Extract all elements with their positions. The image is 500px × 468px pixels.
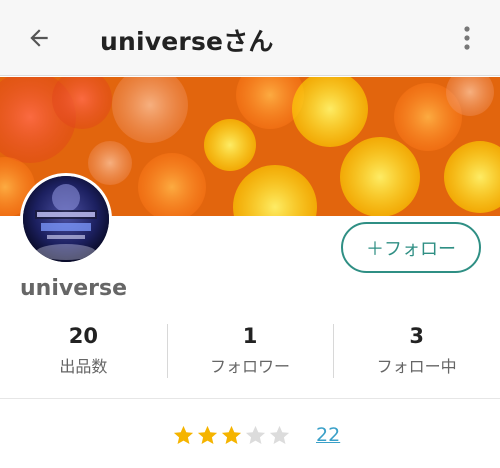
- profile-stats: 20 出品数 1 フォロワー 3 フォロー中: [0, 322, 500, 380]
- stat-value: 20: [68, 324, 98, 348]
- more-options-button[interactable]: [456, 22, 478, 54]
- star-empty-icon: [269, 425, 290, 444]
- follow-button[interactable]: ＋フォロー: [341, 222, 481, 273]
- stat-listings[interactable]: 20 出品数: [0, 322, 167, 380]
- stat-label: フォロワー: [210, 357, 291, 376]
- stat-followers[interactable]: 1 フォロワー: [166, 322, 334, 380]
- stat-following[interactable]: 3 フォロー中: [333, 322, 500, 380]
- divider: [0, 398, 500, 399]
- star-filled-icon: [173, 425, 194, 444]
- star-filled-icon: [221, 425, 242, 444]
- avatar[interactable]: [20, 173, 112, 265]
- arrow-left-icon: [30, 29, 48, 47]
- stat-value: 3: [409, 324, 424, 348]
- stat-label: フォロー中: [376, 357, 457, 376]
- more-vert-icon: [464, 26, 470, 50]
- page-title: universeさん: [100, 27, 274, 56]
- stat-label: 出品数: [59, 357, 108, 376]
- username: universe: [20, 276, 127, 301]
- star-rating: [172, 424, 292, 447]
- universe-logo-avatar: [23, 176, 109, 262]
- star-empty-icon: [245, 425, 266, 444]
- app-bar: universeさん: [0, 0, 500, 76]
- back-button[interactable]: [22, 21, 56, 55]
- stat-value: 1: [242, 324, 258, 348]
- star-filled-icon: [197, 425, 218, 444]
- review-count-link[interactable]: 22: [316, 424, 340, 446]
- rating: 22: [172, 422, 340, 448]
